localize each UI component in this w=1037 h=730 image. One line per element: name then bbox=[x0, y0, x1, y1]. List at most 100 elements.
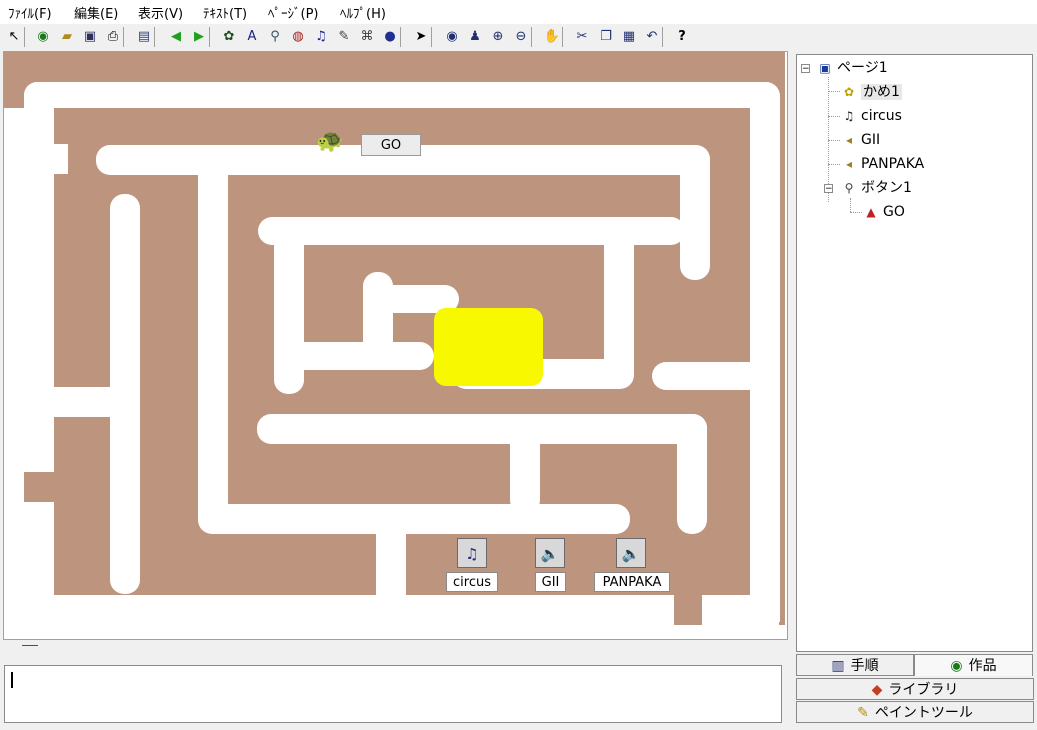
tree-node-page[interactable]: ▣ ページ1 bbox=[817, 58, 887, 78]
copy-icon[interactable]: ❐ bbox=[596, 27, 616, 47]
back-arrow-icon[interactable]: ◀ bbox=[166, 27, 186, 47]
print-icon[interactable]: ⎙ bbox=[103, 27, 124, 47]
tree-node-gii[interactable]: ◂ GII bbox=[841, 130, 880, 150]
turtle-sprite[interactable]: 🐢 bbox=[316, 128, 343, 156]
save-icon[interactable]: ▣ bbox=[80, 27, 100, 47]
book-icon: ▥ bbox=[831, 658, 845, 674]
sound-label-panpaka[interactable]: PANPAKA bbox=[594, 572, 670, 592]
music-tool-icon[interactable]: ♫ bbox=[311, 27, 331, 47]
help-icon[interactable]: ? bbox=[672, 27, 692, 47]
maze-stage[interactable]: 🐢 GO ♫ circus 🔈 GII 🔈 PANPAKA bbox=[4, 52, 785, 637]
eye-tool-icon[interactable]: ◍ bbox=[288, 27, 308, 47]
stage-top-margin bbox=[4, 52, 785, 82]
stop-icon[interactable]: ✋ bbox=[542, 27, 563, 47]
speaker-icon: ◂ bbox=[845, 133, 853, 147]
menu-help[interactable]: ﾍﾙﾌﾟ(H) bbox=[340, 3, 386, 22]
maze-path bbox=[198, 504, 630, 534]
undo-icon[interactable]: ↶ bbox=[642, 27, 663, 47]
sound-label-gii[interactable]: GII bbox=[535, 572, 566, 592]
splitter-handle[interactable] bbox=[22, 645, 38, 646]
zoom-out-icon[interactable]: ⊖ bbox=[511, 27, 532, 47]
tree-line bbox=[850, 198, 851, 212]
speaker-icon: ◂ bbox=[845, 157, 853, 171]
maze-path bbox=[702, 595, 779, 625]
camera-tool-icon[interactable]: ⌘ bbox=[357, 27, 377, 47]
layout-icon[interactable]: ▤ bbox=[134, 27, 155, 47]
maze-path bbox=[24, 595, 674, 625]
maze-path bbox=[677, 414, 707, 534]
text-tool-icon[interactable]: A bbox=[242, 27, 262, 47]
globe-icon: ◉ bbox=[950, 658, 963, 674]
page-icon: ▣ bbox=[819, 61, 831, 75]
look-icon[interactable]: ◉ bbox=[442, 27, 462, 47]
tab-work[interactable]: ◉ 作品 bbox=[914, 654, 1033, 676]
tree-node-go[interactable]: ▲ GO bbox=[863, 202, 905, 222]
menu-text[interactable]: ﾃｷｽﾄ(T) bbox=[203, 3, 247, 22]
tree-line bbox=[828, 164, 840, 165]
menu-view[interactable]: 表示(V) bbox=[138, 3, 183, 22]
object-tree: − ▣ ページ1 ✿ かめ1 ♫ circus ◂ GII ◂ PANPAKA − ⚲ ボタ… bbox=[796, 54, 1033, 652]
stamp-icon[interactable]: ♟ bbox=[465, 27, 485, 47]
tree-node-circus[interactable]: ♫ circus bbox=[841, 106, 902, 126]
tree-node-button[interactable]: ⚲ ボタン1 bbox=[841, 178, 912, 198]
music-file-icon: ♫ bbox=[843, 109, 855, 123]
maze-path bbox=[274, 342, 434, 370]
maze-path bbox=[54, 387, 110, 417]
maze-path bbox=[24, 82, 54, 637]
maze-path bbox=[750, 82, 780, 622]
message-box[interactable] bbox=[4, 665, 782, 723]
maze-path bbox=[110, 194, 140, 594]
speaker-icon[interactable]: 🔈 bbox=[616, 538, 646, 568]
brush-icon: ✎ bbox=[857, 705, 869, 721]
globe-icon[interactable]: ◉ bbox=[33, 27, 53, 47]
globe-blue-icon[interactable]: ● bbox=[380, 27, 401, 47]
maze-path bbox=[4, 108, 24, 637]
maze-path bbox=[510, 414, 540, 514]
collapse-toggle[interactable]: − bbox=[824, 184, 833, 194]
tree-line bbox=[828, 140, 840, 141]
collapse-toggle[interactable]: − bbox=[801, 64, 810, 74]
paste-icon[interactable]: ▦ bbox=[619, 27, 639, 47]
speaker-icon[interactable]: 🔈 bbox=[535, 538, 565, 568]
maze-path bbox=[257, 414, 707, 444]
shapes-icon: ◆ bbox=[871, 682, 883, 698]
text-caret bbox=[11, 672, 13, 688]
menu-file[interactable]: ﾌｧｲﾙ(F) bbox=[8, 3, 52, 22]
toolbar: ↖ ◉ ▰ ▣ ⎙ ▤ ◀ ▶ ✿ A ⚲ ◍ ♫ ✎ ⌘ ● ➤ ◉ ♟ ⊕ … bbox=[0, 25, 1037, 51]
menu-edit[interactable]: 編集(E) bbox=[74, 3, 118, 22]
tab-procedure[interactable]: ▥ 手順 bbox=[796, 654, 914, 676]
maze-path bbox=[4, 625, 785, 637]
turtle-icon: ✿ bbox=[843, 85, 855, 99]
tree-line bbox=[828, 116, 840, 117]
cut-icon[interactable]: ✂ bbox=[572, 27, 592, 47]
library-button[interactable]: ◆ ライブラリ bbox=[796, 678, 1034, 700]
pen-tool-icon[interactable]: ✎ bbox=[334, 27, 354, 47]
maze-path bbox=[680, 145, 710, 280]
maze-path bbox=[198, 145, 228, 533]
button-icon: ⚲ bbox=[844, 181, 854, 195]
antenna-tool-icon[interactable]: ⚲ bbox=[265, 27, 285, 47]
tree-line bbox=[850, 212, 862, 213]
music-file-icon[interactable]: ♫ bbox=[457, 538, 487, 568]
maze-path bbox=[376, 527, 406, 607]
maze-gap bbox=[24, 472, 54, 502]
tree-line bbox=[828, 91, 840, 92]
maze-path bbox=[54, 144, 68, 174]
tree-node-turtle[interactable]: ✿ かめ1 bbox=[841, 82, 902, 102]
maze-path bbox=[24, 82, 779, 108]
menu-page[interactable]: ﾍﾟｰｼﾞ(P) bbox=[268, 3, 318, 22]
forward-arrow-icon[interactable]: ▶ bbox=[189, 27, 210, 47]
zoom-in-icon[interactable]: ⊕ bbox=[488, 27, 508, 47]
open-folder-icon[interactable]: ▰ bbox=[57, 27, 77, 47]
pointer-icon[interactable]: ↖ bbox=[4, 27, 25, 47]
go-button[interactable]: GO bbox=[361, 134, 421, 156]
maze-path bbox=[652, 362, 762, 390]
paint-tool-button[interactable]: ✎ ペイントツール bbox=[796, 701, 1034, 723]
menu-bar: ﾌｧｲﾙ(F) 編集(E) 表示(V) ﾃｷｽﾄ(T) ﾍﾟｰｼﾞ(P) ﾍﾙﾌ… bbox=[0, 0, 1037, 24]
turtle-tool-icon[interactable]: ✿ bbox=[219, 27, 239, 47]
goal-area bbox=[434, 308, 543, 386]
tree-node-panpaka[interactable]: ◂ PANPAKA bbox=[841, 154, 924, 174]
sound-label-circus[interactable]: circus bbox=[446, 572, 498, 592]
select-arrow-icon[interactable]: ➤ bbox=[411, 27, 432, 47]
rocket-icon: ▲ bbox=[866, 205, 876, 219]
